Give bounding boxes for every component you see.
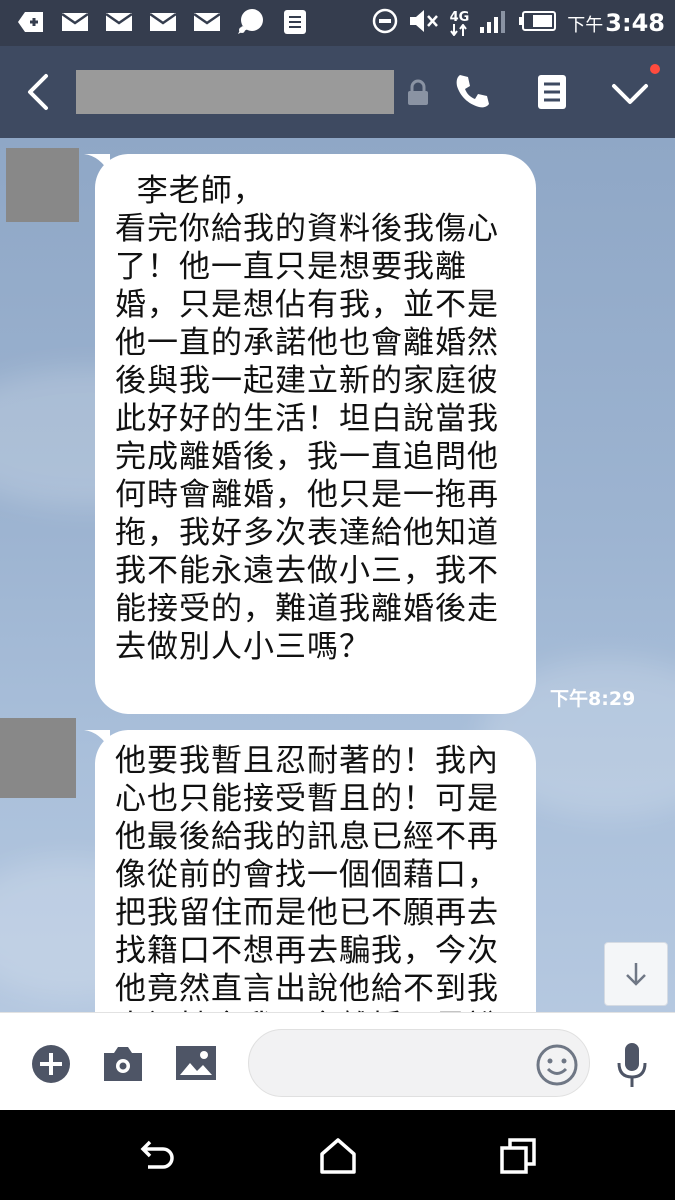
network-4g-icon: 4G: [450, 11, 469, 36]
recents-icon[interactable]: [498, 1136, 538, 1176]
message-timestamp: 下午8:29: [550, 688, 636, 710]
message-input-bar: [0, 1012, 675, 1111]
chat-area[interactable]: 李老師， 看完你給我的資料後我傷心 了！他一直只是想要我離 婚，只是想佔有我，並…: [0, 138, 675, 1012]
notification-dot: [650, 64, 660, 74]
battery-icon: [519, 11, 557, 35]
image-icon[interactable]: [175, 1045, 217, 1085]
message-bubble[interactable]: 李老師， 看完你給我的資料後我傷心 了！他一直只是想要我離 婚，只是想佔有我，並…: [95, 154, 536, 714]
emoji-icon[interactable]: [535, 1043, 579, 1091]
back-nav-icon[interactable]: [138, 1136, 178, 1176]
system-nav-bar: [0, 1110, 675, 1200]
phone-icon[interactable]: [452, 72, 492, 112]
signal-icon: [479, 9, 509, 37]
mute-icon: [408, 8, 440, 38]
notes-icon[interactable]: [535, 72, 569, 112]
do-not-disturb-icon: [372, 8, 398, 38]
mic-icon[interactable]: [615, 1041, 649, 1093]
mail-icon: [60, 8, 90, 36]
mail-icon: [104, 8, 134, 36]
lock-icon: [406, 79, 430, 107]
camera-icon[interactable]: [102, 1045, 144, 1087]
document-icon: [280, 8, 310, 36]
notification-icons: [16, 8, 310, 36]
avatar[interactable]: [6, 148, 79, 222]
plus-icon[interactable]: [30, 1043, 72, 1089]
clock-time: 3:48: [605, 9, 665, 37]
back-icon[interactable]: [20, 70, 60, 114]
clock: 下午 3:48: [567, 9, 665, 37]
chat-header: [0, 46, 675, 138]
avatar[interactable]: [0, 718, 76, 798]
mail-icon: [148, 8, 178, 36]
arrow-down-icon: [626, 963, 646, 986]
message-bubble[interactable]: 他要我暫且忍耐著的！我內 心也只能接受暫且的！可是 他最後給我的訊息已經不再 像…: [95, 730, 536, 1012]
clock-ampm: 下午: [567, 15, 604, 36]
mail-icon: [192, 8, 222, 36]
home-icon[interactable]: [318, 1136, 358, 1176]
chat-bubble-icon: [236, 8, 266, 36]
status-bar: 4G 下午 3:48: [0, 0, 675, 46]
system-status: 4G 下午 3:48: [372, 6, 665, 40]
chat-title-redacted: [76, 70, 394, 114]
add-notification-icon: [16, 8, 46, 36]
chevron-down-icon[interactable]: [608, 74, 652, 114]
scroll-to-bottom-button[interactable]: [604, 942, 668, 1006]
